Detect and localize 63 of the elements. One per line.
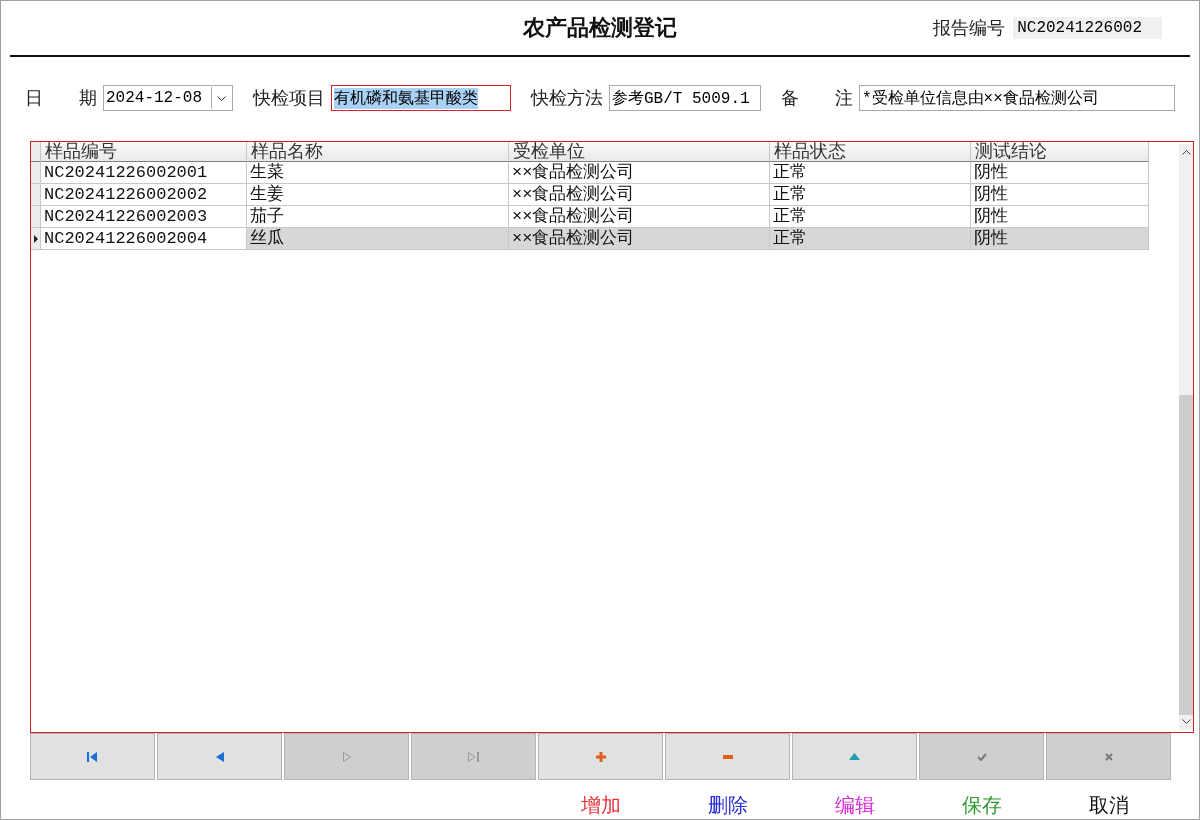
action-label[interactable]: 增加 — [580, 792, 621, 819]
table-cell: 正常 — [770, 162, 971, 184]
navigator-button[interactable] — [792, 733, 917, 780]
column-header[interactable]: 样品状态 — [770, 142, 971, 162]
input-field[interactable]: 有机磷和氨基甲酸类 — [331, 85, 511, 111]
current-row-icon — [33, 234, 38, 243]
field-label: 备注 — [781, 87, 853, 110]
navigator-button[interactable] — [665, 733, 790, 780]
table-cell: ××食品检测公司 — [509, 206, 770, 228]
navigator-button[interactable] — [157, 733, 282, 780]
navigator-button[interactable] — [30, 733, 155, 780]
action-label[interactable]: 保存 — [961, 792, 1002, 819]
table-cell: 茄子 — [247, 206, 509, 228]
close-icon — [1104, 752, 1113, 761]
table-cell: 正常 — [770, 228, 971, 250]
table-cell: NC20241226002002 — [41, 184, 247, 206]
table-cell: ××食品检测公司 — [509, 162, 770, 184]
chevron-up-icon — [1181, 150, 1191, 155]
minus-icon — [722, 754, 733, 759]
action-label[interactable]: 编辑 — [834, 792, 875, 819]
table-cell: 丝瓜 — [247, 228, 509, 250]
table-cell: NC20241226002001 — [41, 162, 247, 184]
field-label: 快检方法 — [531, 87, 603, 110]
navigator-button[interactable] — [538, 733, 663, 780]
table-cell: 阴性 — [971, 162, 1149, 184]
triangle-up-icon — [849, 753, 860, 760]
table-cell: 生菜 — [247, 162, 509, 184]
input-field[interactable]: 参考GB/T 5009.1 — [609, 85, 761, 111]
scroll-thumb[interactable] — [1179, 395, 1193, 715]
column-header[interactable]: 测试结论 — [971, 142, 1149, 162]
table-cell: NC20241226002003 — [41, 206, 247, 228]
report-number-field: NC20241226002 — [1013, 17, 1162, 39]
triangle-left-icon — [215, 751, 224, 762]
field-label: 快检项目 — [253, 87, 325, 110]
table-cell: 正常 — [770, 206, 971, 228]
action-label[interactable]: 取消 — [1088, 792, 1129, 819]
triangle-right-icon — [342, 751, 351, 762]
page-title: 农产品检测登记 — [523, 14, 677, 42]
table-cell: 阴性 — [971, 184, 1149, 206]
column-header[interactable]: 受检单位 — [509, 142, 770, 162]
input-field[interactable]: *受检单位信息由××食品检测公司 — [859, 85, 1175, 111]
table-cell: 正常 — [770, 184, 971, 206]
column-header[interactable]: 样品名称 — [247, 142, 509, 162]
field-label: 日期 — [25, 87, 97, 110]
table-cell: ××食品检测公司 — [509, 228, 770, 250]
chevron-down-icon — [216, 95, 226, 101]
chevron-down-icon — [1181, 719, 1191, 724]
table-cell: ××食品检测公司 — [509, 184, 770, 206]
header-corner — [31, 142, 41, 162]
column-header[interactable]: 样品编号 — [41, 142, 247, 162]
date-picker[interactable]: 2024-12-08 — [103, 85, 233, 111]
plus-icon — [595, 751, 606, 762]
skip-start-icon — [87, 751, 98, 762]
scrollbar[interactable] — [1179, 144, 1193, 730]
table-cell: 生姜 — [247, 184, 509, 206]
checkmark-icon — [976, 752, 987, 761]
table-cell: 阴性 — [971, 228, 1149, 250]
row-header[interactable] — [31, 228, 41, 250]
skip-end-icon — [468, 751, 479, 762]
report-number-label: 报告编号 — [933, 17, 1006, 40]
action-label[interactable]: 删除 — [707, 792, 748, 819]
table-cell: NC20241226002004 — [41, 228, 247, 250]
table-cell: 阴性 — [971, 206, 1149, 228]
